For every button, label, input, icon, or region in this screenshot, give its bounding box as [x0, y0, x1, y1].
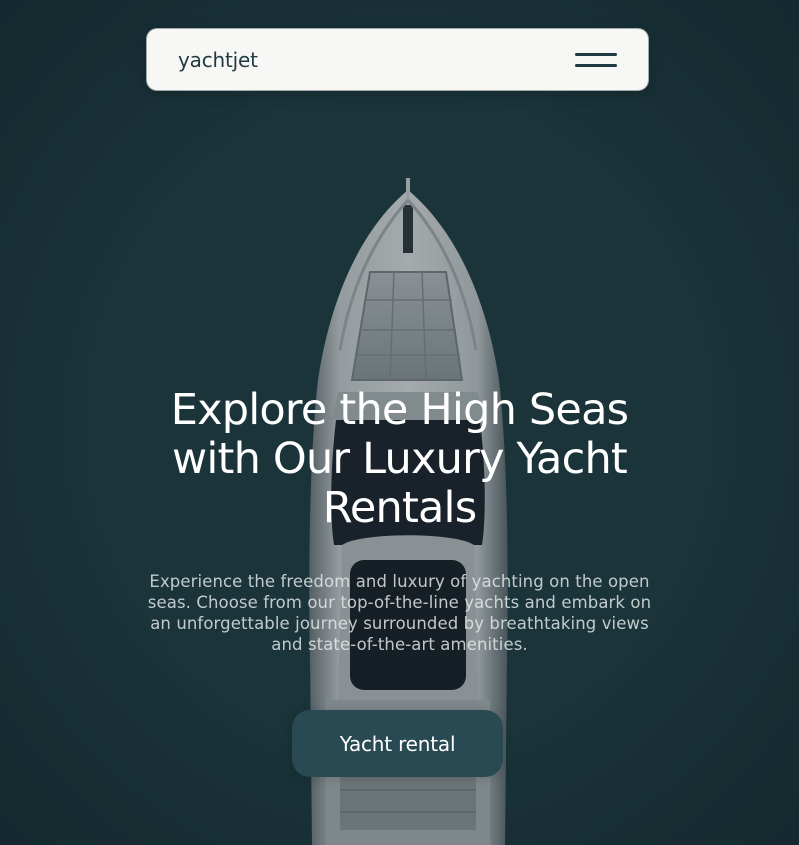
hero-title: Explore the High Seas with Our Luxury Ya… — [170, 385, 629, 533]
hero-section: Explore the High Seas with Our Luxury Ya… — [100, 386, 699, 655]
top-navbar: yachtjet — [147, 29, 648, 90]
yacht-rental-button[interactable]: Yacht rental — [292, 710, 503, 777]
menu-line — [575, 63, 617, 67]
hero-description: Experience the freedom and luxury of yac… — [147, 572, 652, 654]
brand-logo[interactable]: yachtjet — [178, 48, 258, 72]
hamburger-menu-icon[interactable] — [575, 49, 617, 71]
menu-line — [575, 52, 617, 56]
